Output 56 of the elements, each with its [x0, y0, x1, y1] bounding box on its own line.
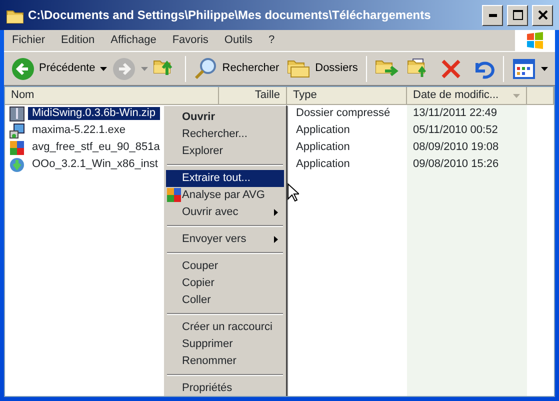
menu-item[interactable]: Créer un raccourci	[166, 319, 284, 336]
caret-icon	[540, 66, 548, 70]
search-button[interactable]: Rechercher	[191, 54, 282, 82]
menu-item[interactable]: ?	[260, 34, 283, 48]
minimize-icon	[488, 14, 496, 16]
menu-item[interactable]: Couper	[166, 258, 284, 275]
menu-item[interactable]: Analyse par AVG	[166, 187, 284, 204]
avg-icon	[9, 140, 25, 156]
window-title: C:\Documents and Settings\Philippe\Mes documents\Téléchargements	[28, 8, 432, 22]
menu-item[interactable]: Renommer	[166, 353, 284, 370]
file-name[interactable]: MidiSwing.0.3.6b-Win.zip	[28, 106, 160, 120]
minimize-button[interactable]	[482, 4, 503, 26]
folders-button[interactable]: Dossiers	[284, 54, 361, 82]
menu-item[interactable]: Fichier	[4, 34, 54, 48]
file-type: Application	[295, 140, 351, 154]
file-type: Dossier compressé	[295, 106, 392, 120]
menu-item[interactable]: Favoris	[164, 34, 216, 48]
caret-icon	[100, 66, 108, 70]
caret-icon	[141, 66, 148, 70]
menu-item[interactable]: Affichage	[102, 34, 164, 48]
windows-flag-icon	[526, 32, 544, 49]
file-name[interactable]: OOo_3.2.1_Win_x86_inst	[28, 158, 162, 172]
file-type: Application	[295, 124, 351, 138]
menu-item[interactable]: Ouvrir avec	[166, 204, 284, 221]
maximize-icon	[512, 10, 522, 20]
column-header[interactable]: Date de modific...	[407, 87, 527, 105]
file-name[interactable]: avg_free_stf_eu_90_851a	[28, 140, 164, 154]
column-header[interactable]: Taille	[219, 87, 287, 105]
menu-item[interactable]: Propriétés	[166, 380, 284, 396]
zip-folder-icon	[9, 106, 25, 122]
close-icon	[538, 10, 548, 20]
menu-item[interactable]: Outils	[216, 34, 261, 48]
column-header[interactable]: Nom	[5, 87, 219, 105]
maximize-button[interactable]	[507, 4, 528, 26]
close-button[interactable]	[532, 4, 553, 26]
modified-date: 13/11/2011 22:49	[412, 106, 498, 120]
setup-icon	[9, 156, 25, 172]
installer-icon	[9, 122, 25, 138]
menu-item[interactable]: Coller	[166, 292, 284, 309]
menu-item[interactable]: Ouvrir	[166, 109, 284, 126]
modified-date: 08/09/2010 19:08	[412, 140, 500, 154]
file-type: Application	[295, 158, 351, 172]
modified-date: 09/08/2010 15:26	[412, 158, 500, 172]
menu-item[interactable]: Extraire tout...	[166, 170, 284, 187]
views-icon	[512, 56, 536, 80]
menu-item[interactable]: Envoyer vers	[166, 231, 284, 248]
modified-date: 05/11/2010 00:52	[412, 124, 499, 138]
column-header[interactable]: Type	[287, 87, 407, 105]
menu-item[interactable]: Edition	[53, 34, 103, 48]
back-button[interactable]: Précédente	[8, 54, 98, 82]
menu-item[interactable]: Copier	[166, 275, 284, 292]
search-icon	[194, 56, 218, 80]
menu-item[interactable]: Explorer	[166, 143, 284, 160]
menu-item[interactable]: Supprimer	[166, 336, 284, 353]
file-name[interactable]: maxima-5.22.1.exe	[28, 124, 130, 138]
menu-item[interactable]: Rechercher...	[166, 126, 284, 143]
